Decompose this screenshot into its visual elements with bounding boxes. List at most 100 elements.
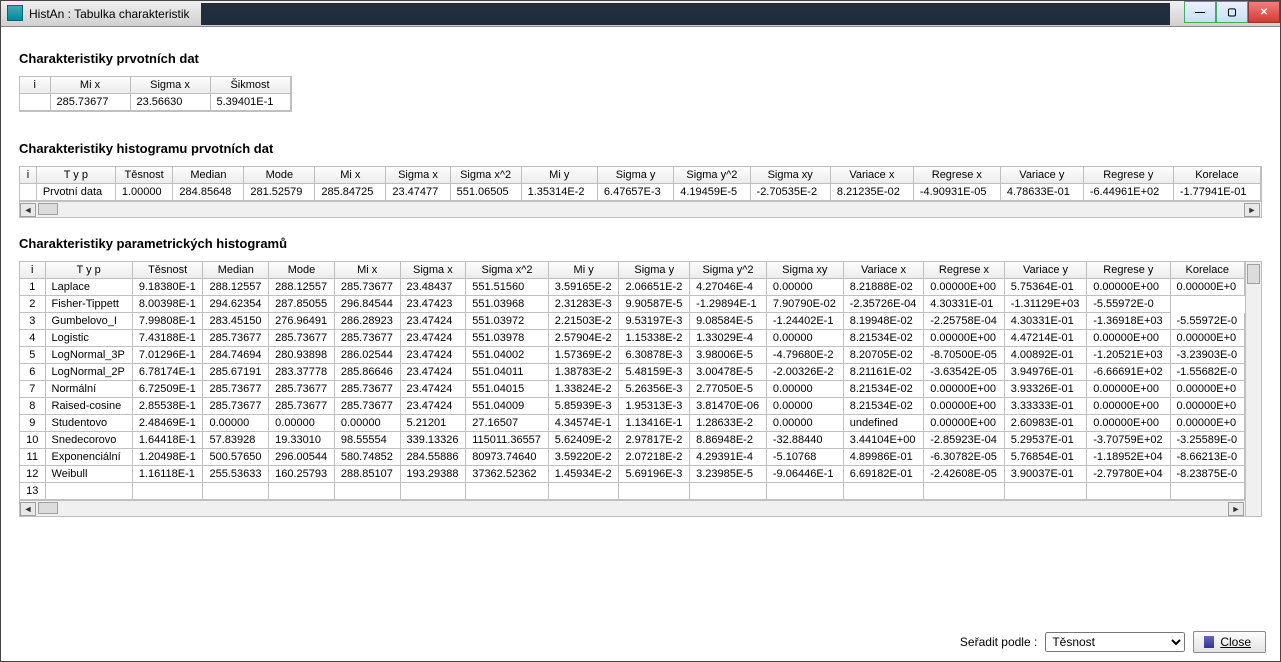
cell-value: 3.98006E-5: [690, 347, 767, 364]
col-header[interactable]: Mi y: [548, 262, 619, 279]
col-header[interactable]: Sigma y: [597, 167, 673, 184]
vscrollbar[interactable]: [1246, 261, 1262, 517]
scroll-thumb[interactable]: [38, 203, 58, 215]
col-header[interactable]: Šikmost: [210, 77, 290, 94]
col-header[interactable]: Těsnost: [115, 167, 173, 184]
hscrollbar-2[interactable]: ◄ ►: [19, 501, 1246, 517]
cell-value: 23.47424: [400, 313, 466, 330]
maximize-button[interactable]: ▢: [1216, 1, 1248, 23]
table-row[interactable]: 2Fisher-Tippett8.00398E-1294.62354287.85…: [20, 296, 1245, 313]
col-header[interactable]: Variace x: [843, 262, 924, 279]
col-header[interactable]: Median: [203, 262, 269, 279]
row-index: 1: [20, 279, 45, 296]
cell-value: [766, 483, 843, 500]
cell-value: 80973.74640: [466, 449, 549, 466]
col-header[interactable]: Median: [173, 167, 244, 184]
table-row[interactable]: 6LogNormal_2P6.78174E-1285.67191283.3777…: [20, 364, 1245, 381]
col-header[interactable]: Mi x: [50, 77, 130, 94]
table-row[interactable]: 7Normální6.72509E-1285.73677285.73677285…: [20, 381, 1245, 398]
col-header[interactable]: Regrese x: [924, 262, 1005, 279]
row-type: LogNormal_2P: [45, 364, 132, 381]
row-type: Fisher-Tippett: [45, 296, 132, 313]
sort-select[interactable]: Těsnost: [1045, 632, 1185, 652]
col-header[interactable]: Sigma x: [130, 77, 210, 94]
cell-value: 8.19948E-02: [843, 313, 924, 330]
cell-value: 551.04009: [466, 398, 549, 415]
cell-value: 2.31283E-3: [548, 296, 619, 313]
cell-value: -9.06446E-1: [766, 466, 843, 483]
cell-value: [548, 483, 619, 500]
table-row[interactable]: 4Logistic7.43188E-1285.73677285.73677285…: [20, 330, 1245, 347]
cell-value: 8.21534E-02: [843, 330, 924, 347]
cell-value: 8.21534E-02: [843, 398, 924, 415]
col-header[interactable]: Sigma xy: [750, 167, 830, 184]
table-row[interactable]: 10Snedecorovo1.64418E-157.8392819.330109…: [20, 432, 1245, 449]
col-header[interactable]: Sigma x: [386, 167, 450, 184]
hscrollbar-1[interactable]: ◄ ►: [19, 202, 1262, 218]
col-header[interactable]: Sigma x^2: [466, 262, 549, 279]
cell-value: 2.06651E-2: [619, 279, 690, 296]
col-header[interactable]: Sigma xy: [766, 262, 843, 279]
col-header[interactable]: Těsnost: [132, 262, 203, 279]
cell-value: 551.03968: [466, 296, 549, 313]
close-button[interactable]: Close: [1193, 631, 1266, 653]
cell-value: -1.36918E+03: [1087, 313, 1170, 330]
cell-value: 4.89986E-01: [843, 449, 924, 466]
scroll-right-icon[interactable]: ►: [1228, 502, 1244, 516]
cell-value: 296.84544: [334, 296, 400, 313]
col-header[interactable]: Regrese y: [1083, 167, 1173, 184]
col-header[interactable]: Sigma y: [619, 262, 690, 279]
cell-value: 284.74694: [203, 347, 269, 364]
minimize-button[interactable]: —: [1184, 1, 1216, 23]
table-row[interactable]: 5LogNormal_3P7.01296E-1284.74694280.9389…: [20, 347, 1245, 364]
cell-value: 8.21888E-02: [843, 279, 924, 296]
table-row[interactable]: 13: [20, 483, 1245, 500]
cell-value: 8.21161E-02: [843, 364, 924, 381]
scroll-left-icon[interactable]: ◄: [20, 203, 36, 217]
col-header[interactable]: Mode: [244, 167, 315, 184]
cell-value: 4.30331E-01: [924, 296, 1005, 313]
cell-value: 281.52579: [244, 184, 315, 201]
col-header[interactable]: Sigma x: [400, 262, 466, 279]
col-header[interactable]: Korelace: [1170, 262, 1244, 279]
cell-value: 285.73677: [269, 330, 335, 347]
table-row[interactable]: 9Studentovo2.48469E-10.000000.000000.000…: [20, 415, 1245, 432]
col-header[interactable]: T y p: [45, 262, 132, 279]
scroll-thumb[interactable]: [1247, 264, 1260, 284]
col-header[interactable]: Regrese x: [913, 167, 1000, 184]
col-header[interactable]: Variace y: [1000, 167, 1083, 184]
table-row[interactable]: 3Gumbelovo_I7.99808E-1283.45150276.96491…: [20, 313, 1245, 330]
table-row[interactable]: 11Exponenciální1.20498E-1500.57650296.00…: [20, 449, 1245, 466]
col-header[interactable]: Mi y: [521, 167, 597, 184]
table-row[interactable]: 8Raised-cosine2.85538E-1285.73677285.736…: [20, 398, 1245, 415]
col-header[interactable]: Mi x: [334, 262, 400, 279]
col-header[interactable]: Variace x: [830, 167, 913, 184]
cell-value: 285.84725: [315, 184, 386, 201]
cell-value: [132, 483, 203, 500]
titlebar-dark-strip: [201, 3, 1170, 25]
col-header[interactable]: i: [20, 262, 45, 279]
col-header[interactable]: Variace y: [1004, 262, 1086, 279]
col-header[interactable]: Mi x: [315, 167, 386, 184]
cell-value: 1.35314E-2: [521, 184, 597, 201]
table-row[interactable]: 1Laplace9.18380E-1288.12557288.12557285.…: [20, 279, 1245, 296]
cell-value: 3.81470E-06: [690, 398, 767, 415]
col-header[interactable]: Sigma x^2: [450, 167, 521, 184]
cell-value: -5.10768: [766, 449, 843, 466]
cell-value: -3.23903E-0: [1170, 347, 1244, 364]
col-header[interactable]: Sigma y^2: [690, 262, 767, 279]
row-index: 13: [20, 483, 45, 500]
scroll-left-icon[interactable]: ◄: [20, 502, 36, 516]
scroll-right-icon[interactable]: ►: [1244, 203, 1260, 217]
cell-value: 0.00000: [334, 415, 400, 432]
col-header[interactable]: Regrese y: [1087, 262, 1170, 279]
col-header[interactable]: Mode: [269, 262, 335, 279]
window-close-button[interactable]: ✕: [1248, 1, 1280, 23]
col-header[interactable]: T y p: [36, 167, 115, 184]
col-header[interactable]: i: [20, 167, 36, 184]
col-header[interactable]: Korelace: [1173, 167, 1260, 184]
table-row[interactable]: 12Weibull1.16118E-1255.53633160.25793288…: [20, 466, 1245, 483]
col-header[interactable]: Sigma y^2: [674, 167, 750, 184]
col-header[interactable]: i: [20, 77, 50, 94]
scroll-thumb[interactable]: [38, 502, 58, 514]
